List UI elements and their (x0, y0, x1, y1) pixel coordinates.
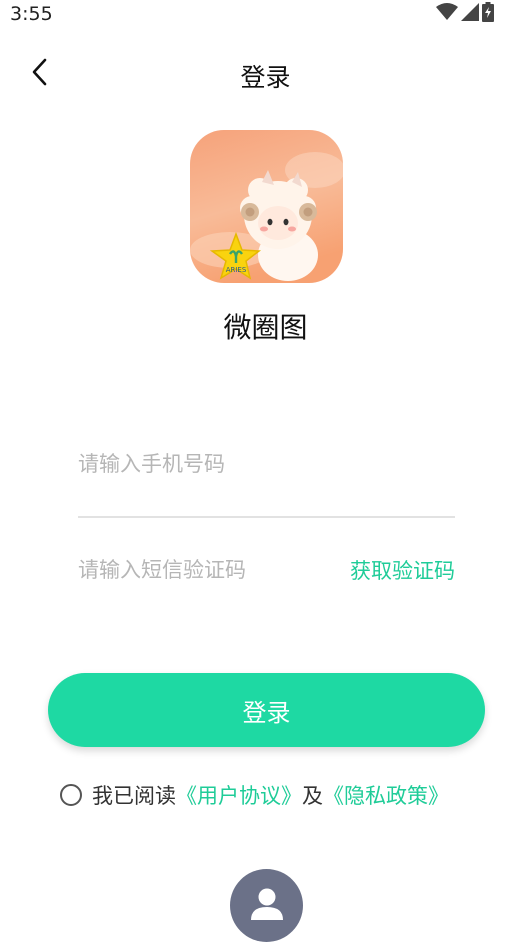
get-code-button[interactable]: 获取验证码 (350, 555, 455, 585)
wifi-icon (436, 3, 458, 25)
agreement-checkbox[interactable] (60, 784, 82, 806)
agreement-prefix: 我已阅读 (92, 784, 176, 808)
app-name: 微圈图 (223, 311, 308, 344)
agreement-row: 我已阅读 《用户协议》 及 《隐私政策》 (60, 780, 449, 810)
status-time: 3:55 (10, 3, 53, 25)
signal-icon (461, 3, 479, 25)
page-title: 登录 (240, 63, 291, 92)
avatar-button[interactable] (230, 869, 303, 942)
phone-input[interactable] (78, 448, 455, 480)
code-field: 获取验证码 (78, 555, 455, 595)
privacy-policy-link[interactable]: 《隐私政策》 (323, 780, 449, 810)
phone-field (78, 448, 455, 518)
status-icons (436, 2, 494, 26)
login-button[interactable]: 登录 (48, 673, 485, 747)
nav-bar: 登录 (0, 46, 531, 102)
user-icon (247, 884, 287, 928)
login-button-label: 登录 (242, 698, 291, 727)
agreement-conjunction: 及 (302, 784, 323, 808)
status-bar: 3:55 (0, 0, 531, 30)
user-agreement-link[interactable]: 《用户协议》 (176, 780, 302, 810)
sms-code-input[interactable] (78, 555, 328, 585)
app-logo: ARIES (190, 130, 343, 283)
logo-badge-text: ARIES (226, 266, 247, 274)
battery-icon (482, 2, 494, 26)
